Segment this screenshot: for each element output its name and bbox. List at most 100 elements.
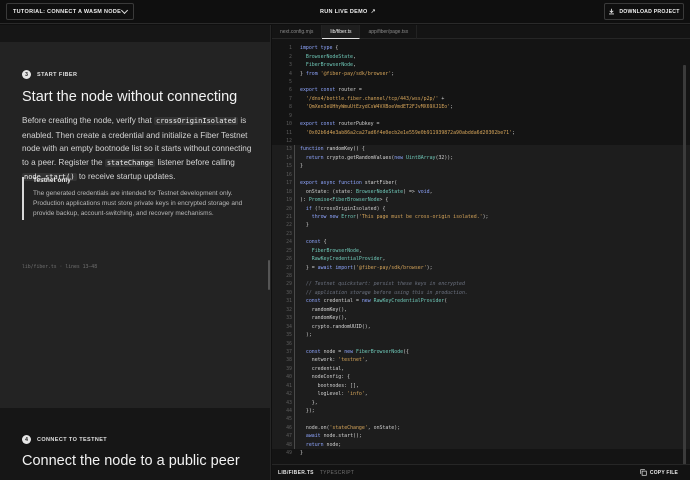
download-project-button[interactable]: DOWNLOAD PROJECT <box>604 3 684 20</box>
code-token: export async function <box>300 180 365 187</box>
editor-tab[interactable]: app/fiber/page.tsx <box>360 25 418 39</box>
code-line: 14 return crypto.getRandomValues(new Uin… <box>272 153 690 163</box>
line-number: 37 <box>286 348 292 355</box>
desc-text: Before creating the node, verify that <box>22 116 154 125</box>
code-token: { <box>323 239 327 246</box>
code-line: 13 function randomKey() { <box>272 145 690 154</box>
step-kicker: CONNECT TO TESTNET <box>37 436 108 443</box>
line-number: 10 <box>286 121 292 128</box>
code-line: 29 // Testnet quickstart: persist these … <box>272 280 690 289</box>
line-number: 36 <box>286 340 292 347</box>
code-token: FiberBrowserNode <box>311 247 359 254</box>
code-line: 37 const node = new FiberBrowserNode({ <box>272 347 690 357</box>
step-start-fiber[interactable]: 3 START FIBER Start the node without con… <box>0 42 270 408</box>
line-number: 40 <box>286 374 292 381</box>
code-text: } <box>298 163 303 169</box>
code-token: ); <box>482 213 489 220</box>
step-number-badge: 4 <box>22 435 31 444</box>
code-text: } <box>298 450 303 456</box>
code-text: '0x02b6d4e3ab86a2ca27ad6f4e0ecb2e1e559e0… <box>298 130 515 136</box>
line-number: 33 <box>286 315 292 322</box>
line-number: 39 <box>286 365 292 372</box>
line-number: 46 <box>286 424 292 431</box>
code-text: '/dns4/bottle.fiber.channel/tcp/443/wss/… <box>298 96 444 102</box>
code-line: 20 if (!crossOriginIsolated) { <box>272 204 690 213</box>
code-text: onState: (state: BrowserNodeState) => vo… <box>298 189 433 195</box>
code-token: node. <box>323 433 339 440</box>
code-line: 22 } <box>272 221 690 230</box>
code-line: 26 RawKeyCredentialProvider, <box>272 254 690 264</box>
copy-file-button[interactable]: COPY FILE <box>640 469 678 476</box>
code-line: 1 import type { <box>272 44 690 52</box>
download-project-label: DOWNLOAD PROJECT <box>619 8 680 15</box>
code-token: () { <box>353 146 365 153</box>
code-token: '/dns4/bottle.fiber.channel/tcp/443/wss/… <box>305 95 439 102</box>
source-reference: lib/fiber.ts · lines 13–48 <box>22 265 98 270</box>
code-token: return <box>305 154 327 161</box>
code-token: (32)); <box>435 154 454 161</box>
copy-file-label: COPY FILE <box>649 469 678 476</box>
code-text: const node = new FiberBrowserNode({ <box>298 349 409 355</box>
code-text: }, <box>298 400 318 406</box>
copy-icon <box>640 469 647 476</box>
code-token: ): <box>300 197 309 204</box>
run-live-demo-button[interactable]: RUN LIVE DEMO ↗ <box>320 8 376 16</box>
code-line: 40 nodeConfig: { <box>272 373 690 382</box>
step-title: Start the node without connecting <box>22 89 238 105</box>
step-number-badge: 3 <box>22 70 31 79</box>
code-line: 46 node.on('stateChange', onState); <box>272 423 690 433</box>
code-text: const credential = new RawKeyCredentialP… <box>298 298 447 304</box>
code-line: 41 bootnodes: [], <box>272 381 690 390</box>
line-number: 12 <box>286 138 292 145</box>
code-token: node; <box>326 441 342 448</box>
code-token: throw new <box>311 213 342 220</box>
code-text: return node; <box>298 442 341 448</box>
line-number: 34 <box>286 323 292 330</box>
code-text: ); <box>298 332 312 338</box>
code-text: randomKey(), <box>298 307 347 313</box>
code-line: 45 <box>272 415 690 424</box>
code-text: randomKey(), <box>298 315 347 321</box>
step-connect-testnet[interactable]: 4 CONNECT TO TESTNET Connect the node to… <box>0 408 270 480</box>
editor-tab[interactable]: lib/fiber.ts <box>322 25 361 39</box>
code-token: BrowserNodeState <box>355 188 404 195</box>
code-token: from <box>305 70 321 77</box>
highlight-gutter <box>294 112 298 120</box>
code-token: '@fiber-pay/sdk/browser' <box>320 70 392 77</box>
line-number: 8 <box>289 104 292 111</box>
highlight-gutter <box>294 137 298 145</box>
testnet-callout: Testnet only The generated credentials a… <box>22 177 250 220</box>
code-token: router = <box>338 87 362 94</box>
code-view[interactable]: 1 import type {2 BrowserNodeState, 3 Fiber… <box>272 44 690 459</box>
code-text: 'QmXen3eUHhyWmuUtEzydCsW4VXBoeVmdET2FJvM… <box>298 104 453 110</box>
code-token: 'stateChange' <box>329 424 368 431</box>
code-line: 48 return node; <box>272 440 690 449</box>
code-token: '0x02b6d4e3ab86a2ca27ad6f4e0ecb2e1e559e0… <box>305 129 512 136</box>
line-number: 28 <box>286 273 292 280</box>
top-bar: TUTORIAL: CONNECT A WASM NODE RUN LIVE D… <box>0 0 690 24</box>
line-number: 29 <box>286 281 292 288</box>
code-token: void <box>417 188 430 195</box>
file-name-label: LIB/FIBER.TS <box>278 469 314 476</box>
editor-tab[interactable]: next.config.mjs <box>272 25 323 39</box>
code-token: Uint8Array <box>406 154 436 161</box>
code-token: + <box>438 95 445 102</box>
line-number: 30 <box>286 289 292 296</box>
line-number: 15 <box>286 163 292 170</box>
code-text: throw new Error('This page must be cross… <box>298 213 489 220</box>
code-scrollbar[interactable] <box>683 65 686 480</box>
line-number: 44 <box>286 408 292 415</box>
code-token: }, <box>300 399 318 406</box>
code-text: FiberBrowserNode, <box>298 62 356 68</box>
callout-body: The generated credentials are intended f… <box>33 190 243 218</box>
line-number: 21 <box>286 213 292 220</box>
line-number: 19 <box>286 197 292 204</box>
code-token: (!crossOriginIsolated) { <box>314 205 386 212</box>
tutorial-scrollbar[interactable] <box>268 260 270 290</box>
line-number: 35 <box>286 332 292 339</box>
tutorial-select[interactable]: TUTORIAL: CONNECT A WASM NODE <box>6 3 134 20</box>
code-line: 33 randomKey(), <box>272 314 690 323</box>
code-token: randomUUID <box>332 323 362 330</box>
code-line: 36 <box>272 339 690 348</box>
